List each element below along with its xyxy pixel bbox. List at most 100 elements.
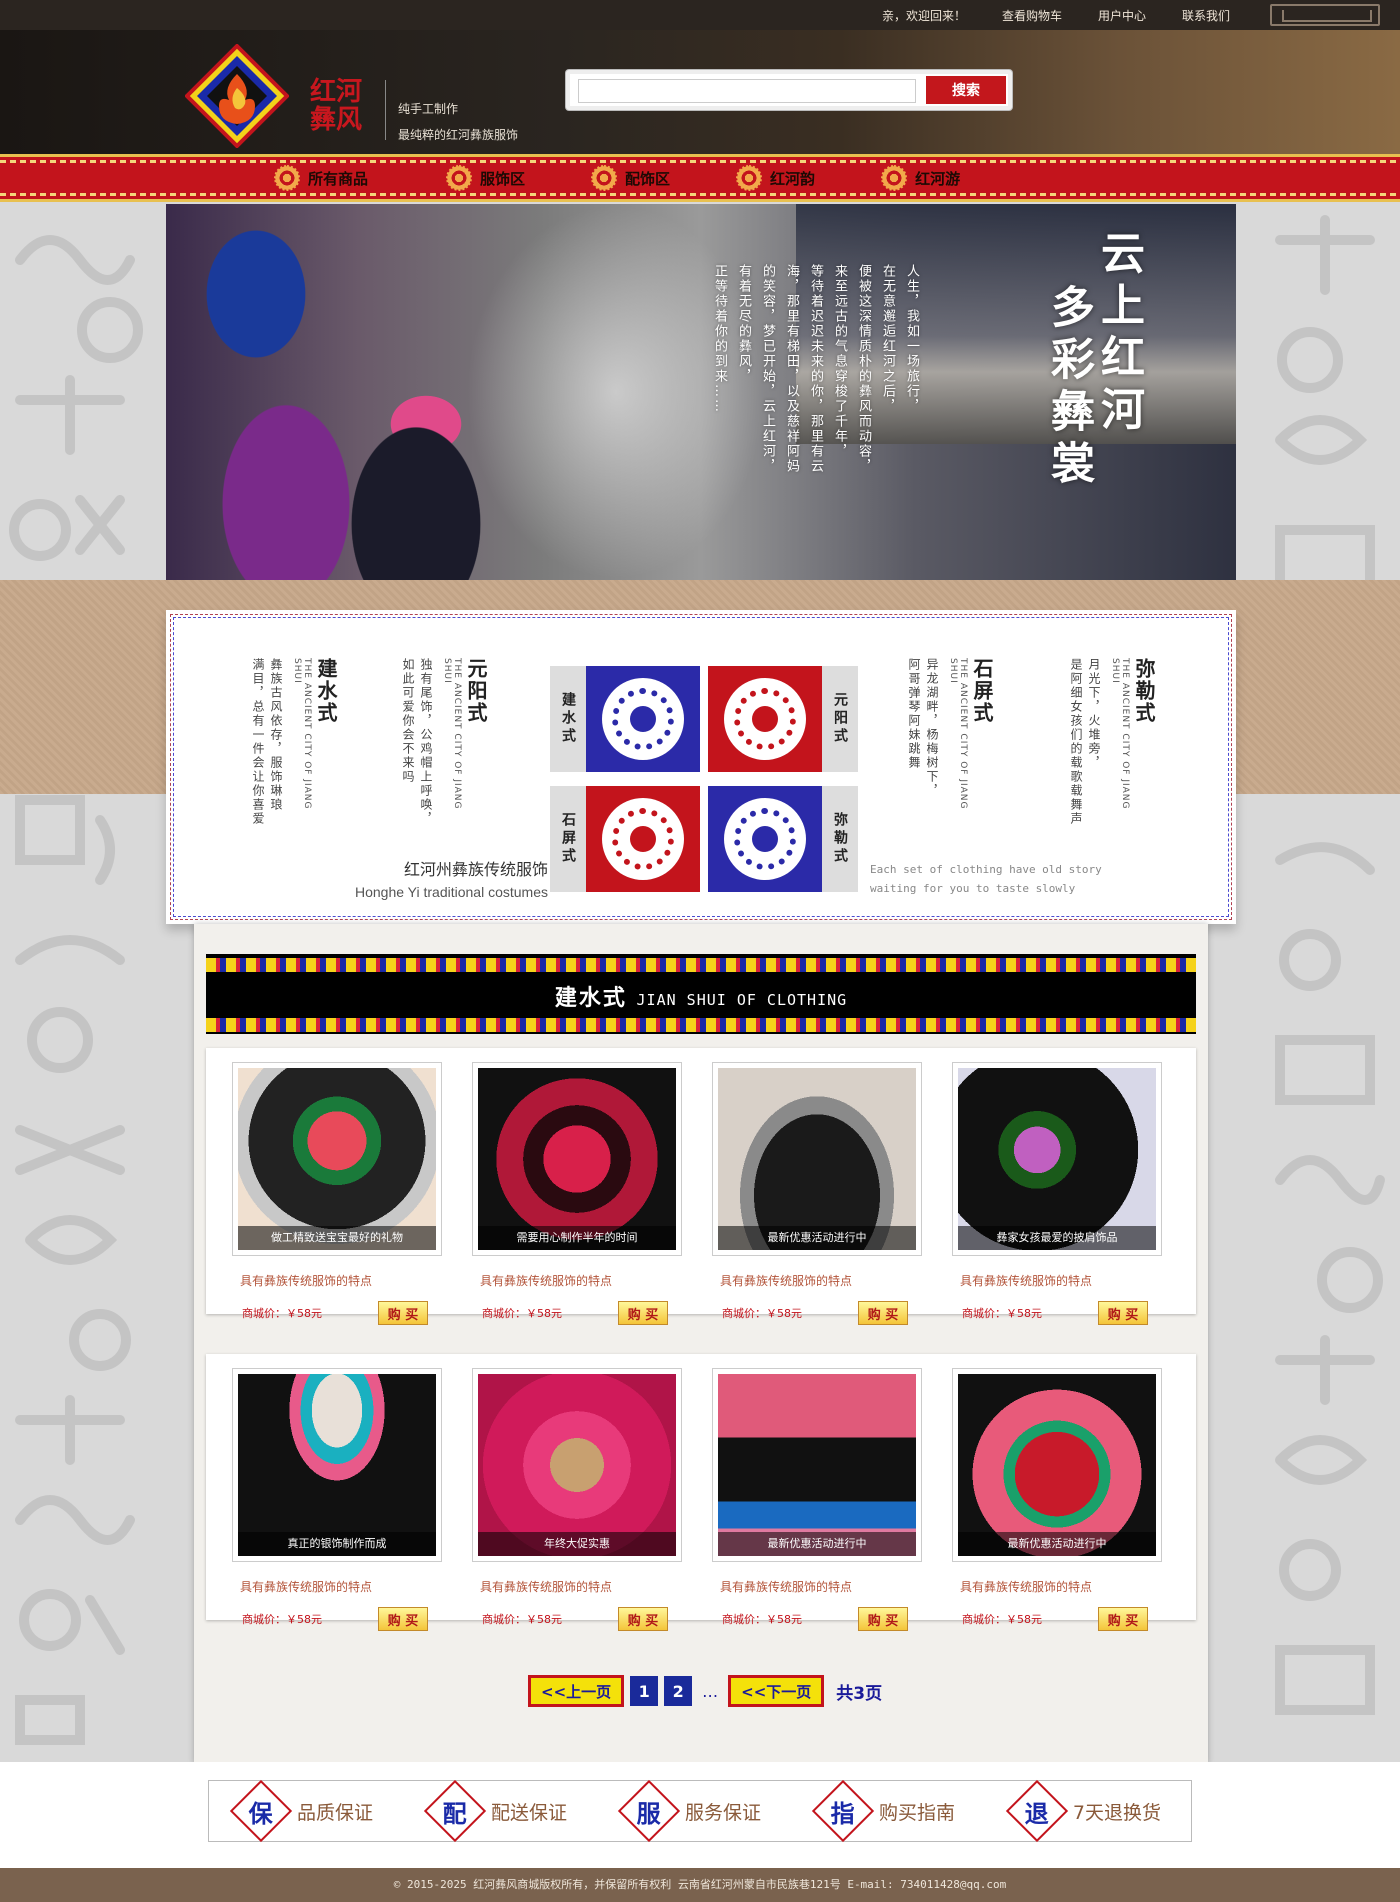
product-card[interactable]: 真正的银饰制作而成具有彝族传统服饰的特点商城价：￥58元 购 买	[232, 1368, 446, 1631]
product-image-frame[interactable]: 需要用心制作半年的时间	[472, 1062, 682, 1256]
search-button[interactable]: 搜索	[926, 76, 1006, 104]
buy-button[interactable]: 购 买	[1098, 1607, 1148, 1631]
slogan-line-1: 纯手工制作	[398, 102, 459, 116]
product-footer: 商城价：￥58元 购 买	[962, 1301, 1148, 1325]
guarantee-item[interactable]: 保品质保证	[229, 1779, 373, 1843]
style-subtitle: THE ANCIENT CITY OF JIANG SHUI	[442, 658, 462, 810]
style-jianshui[interactable]: 建水式 THE ANCIENT CITY OF JIANG SHUI 彝族古风依…	[234, 658, 341, 838]
product-title[interactable]: 具有彝族传统服饰的特点	[720, 1578, 926, 1595]
guarantee-badge-char: 指	[830, 1798, 855, 1828]
buy-button[interactable]: 购 买	[618, 1301, 668, 1325]
product-image[interactable]: 需要用心制作半年的时间	[478, 1068, 676, 1250]
caption-chinese: 红河州彝族传统服饰	[403, 860, 548, 879]
buy-button[interactable]: 购 买	[1098, 1301, 1148, 1325]
product-title[interactable]: 具有彝族传统服饰的特点	[480, 1578, 686, 1595]
product-title[interactable]: 具有彝族传统服饰的特点	[240, 1272, 446, 1289]
product-footer: 商城价：￥58元 购 买	[722, 1607, 908, 1631]
product-caption: 最新优惠活动进行中	[958, 1532, 1156, 1556]
product-footer: 商城价：￥58元 购 买	[482, 1301, 668, 1325]
product-image-frame[interactable]: 最新优惠活动进行中	[712, 1368, 922, 1562]
product-image-frame[interactable]: 彝家女孩最爱的披肩饰品	[952, 1062, 1162, 1256]
page-2-button[interactable]: 2	[664, 1676, 693, 1706]
next-page-button[interactable]: <<下一页	[728, 1675, 825, 1707]
product-title[interactable]: 具有彝族传统服饰的特点	[240, 1578, 446, 1595]
product-card[interactable]: 最新优惠活动进行中具有彝族传统服饰的特点商城价：￥58元 购 买	[712, 1062, 926, 1325]
search-input[interactable]	[578, 79, 916, 103]
style-mile[interactable]: 弥勒式 THE ANCIENT CITY OF JIANG SHUI 月光下，火…	[1052, 658, 1159, 838]
product-card[interactable]: 年终大促实惠 具有彝族传统服饰的特点 商城价：￥58元 购 买	[472, 1368, 686, 1631]
tile-pattern	[586, 666, 700, 772]
product-image-frame[interactable]: 真正的银饰制作而成	[232, 1368, 442, 1562]
product-title[interactable]: 具有彝族传统服饰的特点	[720, 1272, 926, 1289]
copyright-bar: © 2015-2025 红河彝风商城版权所有，并保留所有权利 云南省红河州蒙自市…	[0, 1868, 1400, 1902]
product-image[interactable]: 年终大促实惠	[478, 1374, 676, 1556]
contact-us-link[interactable]: 联系我们	[1182, 7, 1230, 24]
desc-line: 月光下，火堆旁，	[1087, 658, 1101, 770]
tile-mile[interactable]: 弥勒式	[708, 786, 858, 892]
style-yuanyang[interactable]: 元阳式 THE ANCIENT CITY OF JIANG SHUI 独有尾饰，…	[384, 658, 491, 838]
nav-item-label: 红河韵	[770, 169, 816, 188]
product-image[interactable]: 做工精致送宝宝最好的礼物	[238, 1068, 436, 1250]
product-image-frame[interactable]: 最新优惠活动进行中	[712, 1062, 922, 1256]
guarantee-item[interactable]: 服服务保证	[617, 1779, 761, 1843]
style-description: 独有尾饰，公鸡帽上呼唤， 如此可爱你会不来吗	[400, 658, 434, 838]
product-price: 商城价：￥58元	[722, 1307, 802, 1320]
product-card[interactable]: 最新优惠活动进行中 具有彝族传统服饰的特点 商城价：￥58元 购 买	[952, 1368, 1166, 1631]
nav-item-all-products[interactable]: 所有商品	[272, 163, 368, 193]
product-image[interactable]: 最新优惠活动进行中	[958, 1374, 1156, 1556]
nav-item-accessories[interactable]: 配饰区	[589, 163, 670, 193]
desc-line: 阿哥弹琴阿妹跳舞	[907, 658, 921, 770]
tile-shiping[interactable]: 石屏式	[550, 786, 700, 892]
product-card[interactable]: 需要用心制作半年的时间具有彝族传统服饰的特点商城价：￥58元 购 买	[472, 1062, 686, 1325]
product-card[interactable]: 做工精致送宝宝最好的礼物 具有彝族传统服饰的特点 商城价：￥58元 购 买	[232, 1062, 446, 1325]
product-image-frame[interactable]: 年终大促实惠	[472, 1368, 682, 1562]
guarantees: 保品质保证配配送保证服服务保证指购买指南退 7天退换货	[208, 1779, 1192, 1843]
product-title[interactable]: 具有彝族传统服饰的特点	[960, 1272, 1166, 1289]
hero-banner[interactable]: 云上红河 多彩彝裳 人生，我如一场旅行， 在无意邂逅红河之后， 便被这深情质朴的…	[166, 204, 1236, 580]
style-shiping[interactable]: 石屏式 THE ANCIENT CITY OF JIANG SHUI 异龙湖畔，…	[890, 658, 997, 838]
category-title-zh: 建水式	[554, 985, 627, 1011]
view-cart-link[interactable]: 查看购物车	[1002, 7, 1062, 24]
tile-label-box: 石屏式	[550, 786, 586, 892]
user-center-link[interactable]: 用户中心	[1098, 7, 1146, 24]
product-image-frame[interactable]: 做工精致送宝宝最好的礼物	[232, 1062, 442, 1256]
buy-button[interactable]: 购 买	[858, 1301, 908, 1325]
product-price: 商城价：￥58元	[242, 1613, 322, 1626]
product-title[interactable]: 具有彝族传统服饰的特点	[480, 1272, 686, 1289]
buy-button[interactable]: 购 买	[378, 1607, 428, 1631]
product-caption: 最新优惠活动进行中	[718, 1226, 916, 1250]
poem-line: 人生，我如一场旅行，	[904, 264, 919, 414]
product-image[interactable]: 最新优惠活动进行中	[718, 1374, 916, 1556]
page-1-button[interactable]: 1	[630, 1676, 659, 1706]
tile-yuanyang[interactable]: 元阳式	[708, 666, 858, 772]
tile-jianshui[interactable]: 建水式	[550, 666, 700, 772]
product-image[interactable]: 彝家女孩最爱的披肩饰品	[958, 1068, 1156, 1250]
tile-label: 建水式	[560, 692, 576, 746]
buy-button[interactable]: 购 买	[858, 1607, 908, 1631]
tile-pattern	[708, 786, 822, 892]
nav-item-label: 服饰区	[480, 169, 526, 188]
product-image[interactable]: 最新优惠活动进行中	[718, 1068, 916, 1250]
prev-page-button[interactable]: <<上一页	[528, 1675, 625, 1707]
product-card[interactable]: 彝家女孩最爱的披肩饰品具有彝族传统服饰的特点商城价：￥58元 购 买	[952, 1062, 1166, 1325]
guarantee-item[interactable]: 配配送保证	[423, 1779, 567, 1843]
product-title[interactable]: 具有彝族传统服饰的特点	[960, 1578, 1166, 1595]
buy-button[interactable]: 购 买	[378, 1301, 428, 1325]
welcome-link[interactable]: 亲，欢迎回来！	[882, 7, 966, 24]
guarantee-item[interactable]: 退 7天退换货	[1005, 1779, 1161, 1843]
guarantee-badge-icon: 退	[1005, 1779, 1069, 1843]
logo-icon[interactable]	[184, 43, 290, 149]
tile-pattern	[708, 666, 822, 772]
guarantee-label: 服务保证	[684, 1801, 761, 1824]
nav-item-honghe-charm[interactable]: 红河韵	[734, 163, 815, 193]
guarantee-badge-icon: 配	[423, 1779, 487, 1843]
buy-button[interactable]: 购 买	[618, 1607, 668, 1631]
guarantee-item[interactable]: 指购买指南	[811, 1779, 955, 1843]
product-image-frame[interactable]: 最新优惠活动进行中	[952, 1368, 1162, 1562]
nav-item-clothing[interactable]: 服饰区	[444, 163, 525, 193]
nav-item-honghe-travel[interactable]: 红河游	[879, 163, 960, 193]
product-card[interactable]: 最新优惠活动进行中具有彝族传统服饰的特点商城价：￥58元 购 买	[712, 1368, 926, 1631]
poem-line: 的笑容，梦已开始，云上红河，	[760, 264, 775, 474]
product-image[interactable]: 真正的银饰制作而成	[238, 1374, 436, 1556]
costume-styles-section: 建水式 THE ANCIENT CITY OF JIANG SHUI 彝族古风依…	[166, 610, 1236, 924]
